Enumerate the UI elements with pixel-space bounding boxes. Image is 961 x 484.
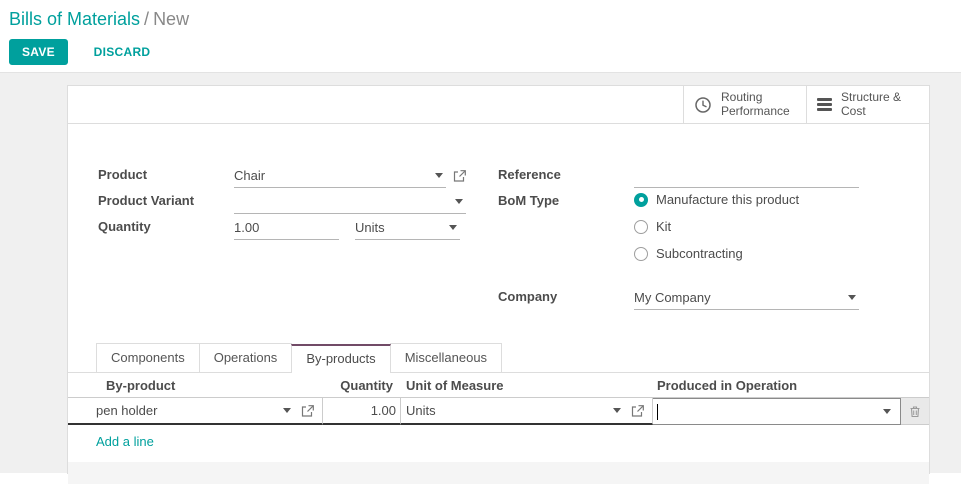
chevron-down-icon[interactable] bbox=[848, 295, 856, 300]
chevron-down-icon[interactable] bbox=[883, 409, 891, 414]
quantity-row: Quantity 1.00 Units bbox=[98, 216, 466, 241]
row-uom-value: Units bbox=[406, 403, 436, 418]
product-variant-label: Product Variant bbox=[98, 193, 195, 208]
external-link-icon[interactable] bbox=[631, 404, 644, 417]
form-sheet: Routing Performance Structure & Cost Pro… bbox=[67, 85, 930, 484]
row-byproduct-field[interactable]: pen holder bbox=[85, 398, 323, 425]
uom-column-header[interactable]: Unit of Measure bbox=[401, 378, 653, 393]
external-link-icon[interactable] bbox=[453, 170, 466, 182]
routing-performance-button[interactable]: Routing Performance bbox=[683, 86, 806, 123]
byproduct-column-header[interactable]: By-product bbox=[85, 378, 323, 393]
form-fields-area: Product Chair Product Variant Quantity 1… bbox=[68, 124, 929, 312]
breadcrumb: Bills of Materials / New bbox=[9, 9, 945, 30]
company-select[interactable]: My Company bbox=[634, 286, 859, 310]
radio-kit[interactable]: Kit bbox=[634, 219, 799, 234]
delete-row-button[interactable] bbox=[901, 398, 929, 425]
chevron-down-icon[interactable] bbox=[435, 173, 443, 178]
chevron-down-icon[interactable] bbox=[283, 408, 291, 413]
quantity-label: Quantity bbox=[98, 219, 151, 234]
quantity-column-header[interactable]: Quantity bbox=[323, 378, 401, 393]
quantity-input[interactable]: 1.00 bbox=[234, 216, 339, 240]
empty-row-stripe bbox=[68, 462, 929, 484]
tab-components[interactable]: Components bbox=[96, 343, 200, 373]
add-a-line-link[interactable]: Add a line bbox=[68, 425, 154, 449]
row-operation-field[interactable] bbox=[653, 398, 901, 425]
product-field[interactable]: Chair bbox=[234, 164, 446, 188]
quantity-uom-value: Units bbox=[355, 220, 385, 235]
tab-miscellaneous[interactable]: Miscellaneous bbox=[389, 343, 503, 373]
save-button[interactable]: SAVE bbox=[9, 39, 68, 65]
row-byproduct-value: pen holder bbox=[96, 403, 158, 418]
company-value: My Company bbox=[634, 290, 711, 305]
company-label: Company bbox=[498, 289, 558, 304]
notebook-tab-bar: Components Operations By-products Miscel… bbox=[68, 343, 929, 373]
company-row: Company My Company bbox=[498, 286, 859, 311]
product-label: Product bbox=[98, 167, 148, 182]
row-uom-field[interactable]: Units bbox=[401, 398, 653, 425]
form-view-background: Routing Performance Structure & Cost Pro… bbox=[0, 72, 961, 484]
radio-manufacture-this-product[interactable]: Manufacture this product bbox=[634, 192, 799, 207]
button-bar: SAVE DISCARD bbox=[9, 39, 945, 65]
external-link-icon[interactable] bbox=[301, 404, 314, 417]
product-variant-row: Product Variant bbox=[98, 190, 466, 215]
breadcrumb-current: New bbox=[153, 9, 190, 29]
text-cursor bbox=[657, 403, 658, 420]
radio-unselected-icon bbox=[634, 246, 648, 261]
trash-icon bbox=[910, 405, 920, 417]
row-drag-handle[interactable] bbox=[68, 398, 85, 425]
bom-type-radio-group: Manufacture this product Kit Subcontract… bbox=[634, 190, 799, 273]
stat-button-label: Routing Performance bbox=[721, 89, 790, 118]
bars-icon bbox=[817, 98, 832, 111]
reference-row: Reference bbox=[498, 164, 859, 189]
breadcrumb-separator: / bbox=[144, 9, 150, 29]
reference-input[interactable] bbox=[634, 164, 859, 188]
control-panel: Bills of Materials / New SAVE DISCARD bbox=[0, 0, 961, 72]
chevron-down-icon[interactable] bbox=[613, 408, 621, 413]
clock-icon bbox=[695, 96, 711, 113]
tab-by-products[interactable]: By-products bbox=[291, 344, 391, 373]
row-quantity-value: 1.00 bbox=[370, 403, 396, 418]
structure-cost-button[interactable]: Structure & Cost bbox=[806, 86, 929, 123]
bom-type-label: BoM Type bbox=[498, 193, 560, 208]
operation-column-header[interactable]: Produced in Operation bbox=[653, 378, 901, 393]
radio-unselected-icon bbox=[634, 219, 648, 234]
radio-selected-icon bbox=[634, 192, 648, 207]
chevron-down-icon[interactable] bbox=[455, 199, 463, 204]
chevron-down-icon[interactable] bbox=[449, 225, 457, 230]
table-row: pen holder 1.00 Units bbox=[68, 398, 929, 425]
table-header-row: By-product Quantity Unit of Measure Prod… bbox=[68, 373, 929, 398]
product-variant-field[interactable] bbox=[234, 190, 466, 214]
product-row: Product Chair bbox=[98, 164, 466, 189]
bom-type-row: BoM Type Manufacture this product Kit Su… bbox=[498, 190, 859, 273]
tab-operations[interactable]: Operations bbox=[198, 343, 293, 373]
row-quantity-field[interactable]: 1.00 bbox=[323, 398, 401, 425]
stat-button-row: Routing Performance Structure & Cost bbox=[68, 86, 929, 124]
form-right-group: Reference BoM Type Manufacture this prod… bbox=[498, 164, 859, 312]
radio-subcontracting[interactable]: Subcontracting bbox=[634, 246, 799, 261]
stat-button-label: Structure & Cost bbox=[841, 89, 902, 118]
form-left-group: Product Chair Product Variant Quantity 1… bbox=[98, 164, 466, 312]
by-products-table: By-product Quantity Unit of Measure Prod… bbox=[68, 373, 929, 484]
quantity-uom-select[interactable]: Units bbox=[355, 216, 460, 240]
breadcrumb-section-link[interactable]: Bills of Materials bbox=[9, 9, 140, 29]
reference-label: Reference bbox=[498, 167, 561, 182]
discard-button[interactable]: DISCARD bbox=[88, 44, 157, 60]
quantity-value: 1.00 bbox=[234, 220, 260, 235]
product-value: Chair bbox=[234, 168, 266, 183]
